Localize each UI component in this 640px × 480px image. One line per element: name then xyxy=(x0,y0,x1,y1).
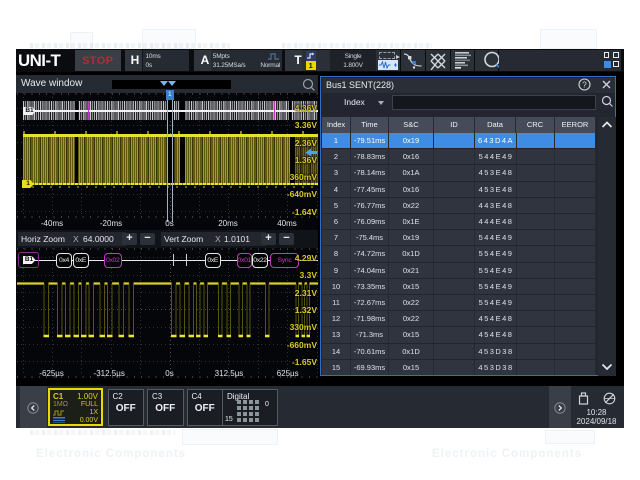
svg-text:?: ? xyxy=(582,80,587,89)
